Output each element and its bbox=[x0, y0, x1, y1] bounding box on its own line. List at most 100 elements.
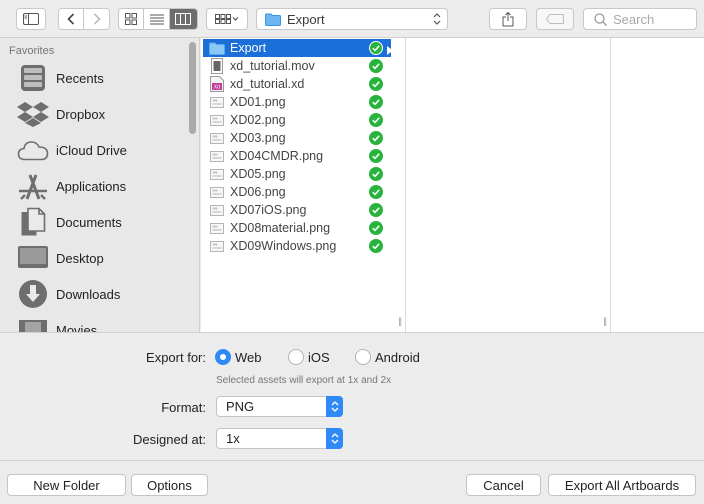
radio-label: Android bbox=[375, 349, 420, 365]
file-row[interactable]: xd_tutorial.mov bbox=[203, 57, 391, 75]
file-row[interactable]: XD01.png bbox=[203, 93, 391, 111]
file-row[interactable]: XD04CMDR.png bbox=[203, 147, 391, 165]
cancel-button[interactable]: Cancel bbox=[466, 474, 541, 496]
sidebar-item-label: Recents bbox=[56, 70, 104, 86]
arrange-icon bbox=[215, 14, 239, 24]
file-row[interactable]: XD07iOS.png bbox=[203, 201, 391, 219]
radio-ios[interactable]: iOS bbox=[288, 349, 330, 365]
film-icon bbox=[16, 313, 50, 332]
clock-icon bbox=[16, 61, 50, 95]
radio-label: iOS bbox=[308, 349, 330, 365]
file-name: XD08material.png bbox=[230, 221, 331, 235]
designed-at-label: Designed at: bbox=[133, 432, 206, 447]
synced-check-icon bbox=[369, 185, 383, 199]
file-name: XD02.png bbox=[230, 113, 286, 127]
file-row[interactable]: XD02.png bbox=[203, 111, 391, 129]
up-down-chevron-icon bbox=[326, 396, 343, 417]
sidebar-item-movies[interactable]: Movies bbox=[16, 312, 196, 332]
search-icon bbox=[594, 12, 607, 26]
folder-icon bbox=[208, 40, 226, 56]
path-label: Export bbox=[287, 11, 325, 27]
sidebar-item-label: Dropbox bbox=[56, 106, 106, 122]
radio-web[interactable]: Web bbox=[215, 349, 262, 365]
disclosure-arrow-icon bbox=[387, 43, 393, 58]
file-name: XD09Windows.png bbox=[230, 239, 337, 253]
file-name: XD05.png bbox=[230, 167, 286, 181]
synced-check-icon bbox=[369, 59, 383, 73]
new-folder-button[interactable]: New Folder bbox=[7, 474, 126, 496]
file-row[interactable]: XD06.png bbox=[203, 183, 391, 201]
radio-label: Web bbox=[235, 349, 262, 365]
sidebar-scrollbar[interactable] bbox=[189, 42, 196, 134]
radio-button-selected[interactable] bbox=[215, 349, 231, 365]
sidebar-item-recents[interactable]: Recents bbox=[16, 60, 196, 96]
sidebar-item-applications[interactable]: Applications bbox=[16, 168, 196, 204]
synced-check-icon bbox=[369, 77, 383, 91]
folder-row[interactable]: Export bbox=[203, 39, 393, 58]
designed-at-select[interactable]: 1x bbox=[216, 428, 343, 449]
path-popup[interactable]: Export bbox=[256, 8, 448, 30]
synced-check-icon bbox=[369, 203, 383, 217]
forward-button[interactable] bbox=[84, 8, 109, 30]
tag-button[interactable] bbox=[536, 8, 574, 30]
image-file-icon bbox=[208, 166, 226, 182]
radio-button[interactable] bbox=[355, 349, 371, 365]
synced-check-icon bbox=[369, 41, 383, 55]
synced-check-icon bbox=[369, 113, 383, 127]
list-view-button[interactable] bbox=[144, 9, 170, 29]
dropbox-icon bbox=[16, 97, 50, 131]
file-row[interactable]: XD05.png bbox=[203, 165, 391, 183]
chevron-left-icon bbox=[67, 13, 75, 25]
up-down-chevron-icon bbox=[326, 428, 343, 449]
sidebar-item-desktop[interactable]: Desktop bbox=[16, 240, 196, 276]
export-hint: Selected assets will export at 1x and 2x bbox=[216, 375, 392, 386]
sidebar-item-label: Documents bbox=[56, 214, 122, 230]
file-name: XD04CMDR.png bbox=[230, 149, 324, 163]
sidebar-item-label: Applications bbox=[56, 178, 127, 194]
document-icon bbox=[16, 205, 50, 239]
cloud-icon bbox=[16, 133, 50, 167]
download-icon bbox=[16, 277, 50, 311]
file-name: Export bbox=[230, 41, 267, 55]
file-name: XD01.png bbox=[230, 95, 286, 109]
synced-check-icon bbox=[369, 95, 383, 109]
sidebar-toggle-button[interactable] bbox=[16, 8, 46, 30]
format-value: PNG bbox=[226, 399, 255, 414]
sidebar-item-downloads[interactable]: Downloads bbox=[16, 276, 196, 312]
up-down-chevron-icon bbox=[433, 13, 441, 25]
icon-view-button[interactable] bbox=[119, 9, 145, 29]
column-view-button[interactable] bbox=[169, 9, 197, 29]
column-resize-handle[interactable]: || bbox=[398, 316, 402, 326]
format-select[interactable]: PNG bbox=[216, 396, 343, 417]
back-button[interactable] bbox=[59, 8, 85, 30]
file-name: xd_tutorial.mov bbox=[230, 59, 315, 73]
image-file-icon bbox=[208, 220, 226, 236]
radio-android[interactable]: Android bbox=[355, 349, 420, 365]
synced-check-icon bbox=[369, 131, 383, 145]
arrange-button[interactable] bbox=[206, 8, 248, 30]
image-file-icon bbox=[208, 94, 226, 110]
file-row[interactable]: XD09Windows.png bbox=[203, 237, 391, 255]
options-button[interactable]: Options bbox=[131, 474, 208, 496]
image-file-icon bbox=[208, 184, 226, 200]
sidebar-item-dropbox[interactable]: Dropbox bbox=[16, 96, 196, 132]
image-file-icon bbox=[208, 202, 226, 218]
search-field[interactable] bbox=[583, 8, 697, 30]
sidebar-item-documents[interactable]: Documents bbox=[16, 204, 196, 240]
file-row[interactable]: XD08material.png bbox=[203, 219, 391, 237]
file-row[interactable]: XD03.png bbox=[203, 129, 391, 147]
share-button[interactable] bbox=[489, 8, 527, 30]
sidebar-item-label: Downloads bbox=[56, 286, 121, 302]
toolbar: Export bbox=[0, 0, 704, 38]
list-view-icon bbox=[149, 14, 164, 24]
designed-at-value: 1x bbox=[226, 431, 240, 446]
empty-column: || bbox=[406, 38, 611, 332]
column-resize-handle[interactable]: || bbox=[603, 316, 607, 326]
export-all-artboards-button[interactable]: Export All Artboards bbox=[548, 474, 696, 496]
synced-check-icon bbox=[369, 221, 383, 235]
sidebar-item-icloud-drive[interactable]: iCloud Drive bbox=[16, 132, 196, 168]
file-row[interactable]: Xd xd_tutorial.xd bbox=[203, 75, 391, 93]
search-input[interactable] bbox=[613, 11, 693, 27]
radio-button[interactable] bbox=[288, 349, 304, 365]
footer: New Folder Options Cancel Export All Art… bbox=[0, 460, 704, 504]
